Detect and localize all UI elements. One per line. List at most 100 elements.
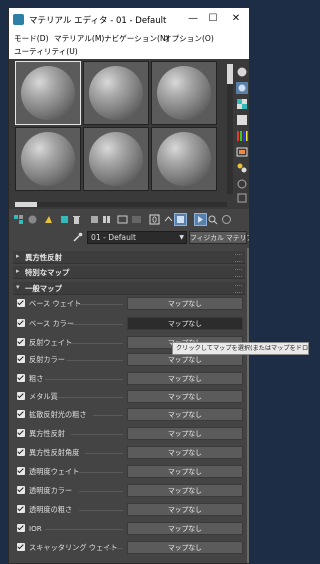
map-enable-checkbox[interactable] (17, 338, 25, 346)
background-icon[interactable] (236, 98, 248, 110)
material-map-navigator-icon[interactable] (221, 214, 232, 225)
map-button[interactable]: マップなし (127, 408, 243, 421)
menu-mode[interactable]: モード(D) (14, 33, 49, 44)
map-row-label: 透明度の粗さ (29, 505, 73, 514)
material-name-row: 01 - Default ▼ フィジカル マテリアル (9, 231, 249, 248)
grip-icon (235, 269, 242, 277)
backlight-icon[interactable] (236, 82, 248, 94)
map-button[interactable]: マップなし (127, 446, 243, 459)
material-id-channel-icon[interactable] (117, 214, 128, 225)
map-enable-checkbox[interactable] (17, 410, 25, 418)
select-by-material-icon[interactable] (236, 178, 248, 190)
map-row-metalness: メタル質 マップなし (13, 389, 245, 405)
map-button[interactable]: マップなし (127, 522, 243, 535)
map-row-label: 拡散反射光の粗さ (29, 410, 87, 419)
close-button[interactable]: ✕ (228, 12, 244, 26)
map-button[interactable]: マップなし (127, 297, 243, 310)
video-color-check-icon[interactable] (236, 130, 248, 142)
material-name-value: 01 - Default (91, 233, 136, 242)
map-button[interactable]: マップなし (127, 427, 243, 440)
map-row-transparency-roughness: 透明度の粗さ マップなし (13, 502, 245, 518)
scroll-thumb[interactable] (15, 202, 37, 207)
map-enable-checkbox[interactable] (17, 429, 25, 437)
map-enable-checkbox[interactable] (17, 524, 25, 532)
map-button[interactable]: マップなし (127, 484, 243, 497)
scroll-thumb[interactable] (227, 64, 233, 84)
reset-map-icon[interactable] (59, 214, 70, 225)
rollout-special-maps[interactable]: ▸ 特別なマップ (13, 266, 245, 279)
map-row-transparency-weight: 透明度ウェイト マップなし (13, 464, 245, 480)
rollout-anisotropy[interactable]: ▸ 異方性反射 (13, 251, 245, 264)
slots-vertical-scrollbar[interactable] (227, 64, 233, 194)
material-type-button[interactable]: フィジカル マテリアル (189, 231, 249, 244)
make-unique-icon[interactable] (89, 214, 100, 225)
show-end-result-icon[interactable]: 0 (149, 214, 160, 225)
put-to-library-icon[interactable] (101, 214, 112, 225)
sample-slot-1[interactable] (15, 61, 81, 125)
map-row-label: 異方性反射角度 (29, 448, 80, 457)
sample-slot-3[interactable] (151, 61, 217, 125)
map-row-ior: IOR マップなし (13, 521, 245, 537)
title-bar[interactable]: マテリアル エディタ - 01 - Default — ☐ ✕ (9, 8, 249, 31)
map-row-anisotropy: 異方性反射 マップなし (13, 426, 245, 442)
map-button[interactable]: マップなし (127, 317, 243, 330)
sample-uv-tiling-icon[interactable] (236, 114, 248, 126)
parameters-scrollbar[interactable] (247, 248, 249, 563)
options-icon[interactable] (236, 162, 248, 174)
map-row-transparency-color: 透明度カラー マップなし (13, 483, 245, 499)
show-map-in-viewport-icon[interactable] (174, 213, 187, 226)
map-enable-checkbox[interactable] (17, 374, 25, 382)
leader-line (71, 324, 123, 325)
map-enable-checkbox[interactable] (17, 543, 25, 551)
map-enable-checkbox[interactable] (17, 486, 25, 494)
chevron-down-icon[interactable]: ▼ (179, 232, 184, 244)
sample-slot-2[interactable] (83, 61, 149, 125)
delete-icon[interactable] (71, 214, 82, 225)
map-button[interactable]: マップなし (127, 372, 243, 385)
map-row-diffuse-roughness: 拡散反射光の粗さ マップなし (13, 407, 245, 423)
leader-line (75, 304, 123, 305)
map-button[interactable]: マップなし (127, 503, 243, 516)
svg-text:0: 0 (152, 216, 157, 225)
expand-triangle-icon: ▸ (16, 252, 20, 260)
map-enable-checkbox[interactable] (17, 505, 25, 513)
show-shaded-icon[interactable] (131, 214, 142, 225)
sample-type-icon[interactable] (236, 66, 248, 78)
maximize-button[interactable]: ☐ (205, 12, 221, 26)
map-enable-checkbox[interactable] (17, 319, 25, 327)
eyedropper-icon[interactable] (73, 232, 83, 242)
get-material-icon[interactable] (13, 214, 24, 225)
map-button[interactable]: マップなし (127, 541, 243, 554)
make-preview-icon[interactable] (236, 146, 248, 158)
sample-slot-6[interactable] (151, 127, 217, 191)
material-sphere (89, 66, 143, 120)
minimize-button[interactable]: — (185, 12, 201, 26)
map-row-label: 反射カラー (29, 355, 65, 364)
menu-navigation[interactable]: ナビゲーション(N) (104, 33, 169, 44)
material-navigator-icon[interactable] (236, 192, 248, 204)
leader-line (93, 415, 123, 416)
map-enable-checkbox[interactable] (17, 448, 25, 456)
go-forward-sibling-icon[interactable] (194, 213, 207, 226)
menu-options[interactable]: オプション(O) (164, 33, 214, 44)
pick-from-object-icon[interactable] (207, 214, 218, 225)
map-enable-checkbox[interactable] (17, 392, 25, 400)
assign-to-selection-icon[interactable] (43, 214, 54, 225)
slots-horizontal-scrollbar[interactable] (15, 202, 227, 207)
map-button[interactable]: マップなし (127, 465, 243, 478)
put-to-scene-icon[interactable] (27, 214, 38, 225)
go-to-parent-icon[interactable] (163, 214, 174, 225)
map-enable-checkbox[interactable] (17, 355, 25, 363)
menu-utilities[interactable]: ユーティリティ(U) (14, 46, 78, 57)
leader-line (67, 343, 123, 344)
menu-material[interactable]: マテリアル(M) (54, 33, 104, 44)
material-name-field[interactable]: 01 - Default ▼ (87, 231, 187, 244)
map-enable-checkbox[interactable] (17, 299, 25, 307)
material-sphere (89, 132, 143, 186)
sample-slots-area (9, 59, 249, 209)
map-enable-checkbox[interactable] (17, 467, 25, 475)
sample-slot-4[interactable] (15, 127, 81, 191)
sample-slot-5[interactable] (83, 127, 149, 191)
map-button[interactable]: マップなし (127, 390, 243, 403)
rollout-general-maps[interactable]: ▾ 一般マップ (13, 282, 245, 295)
